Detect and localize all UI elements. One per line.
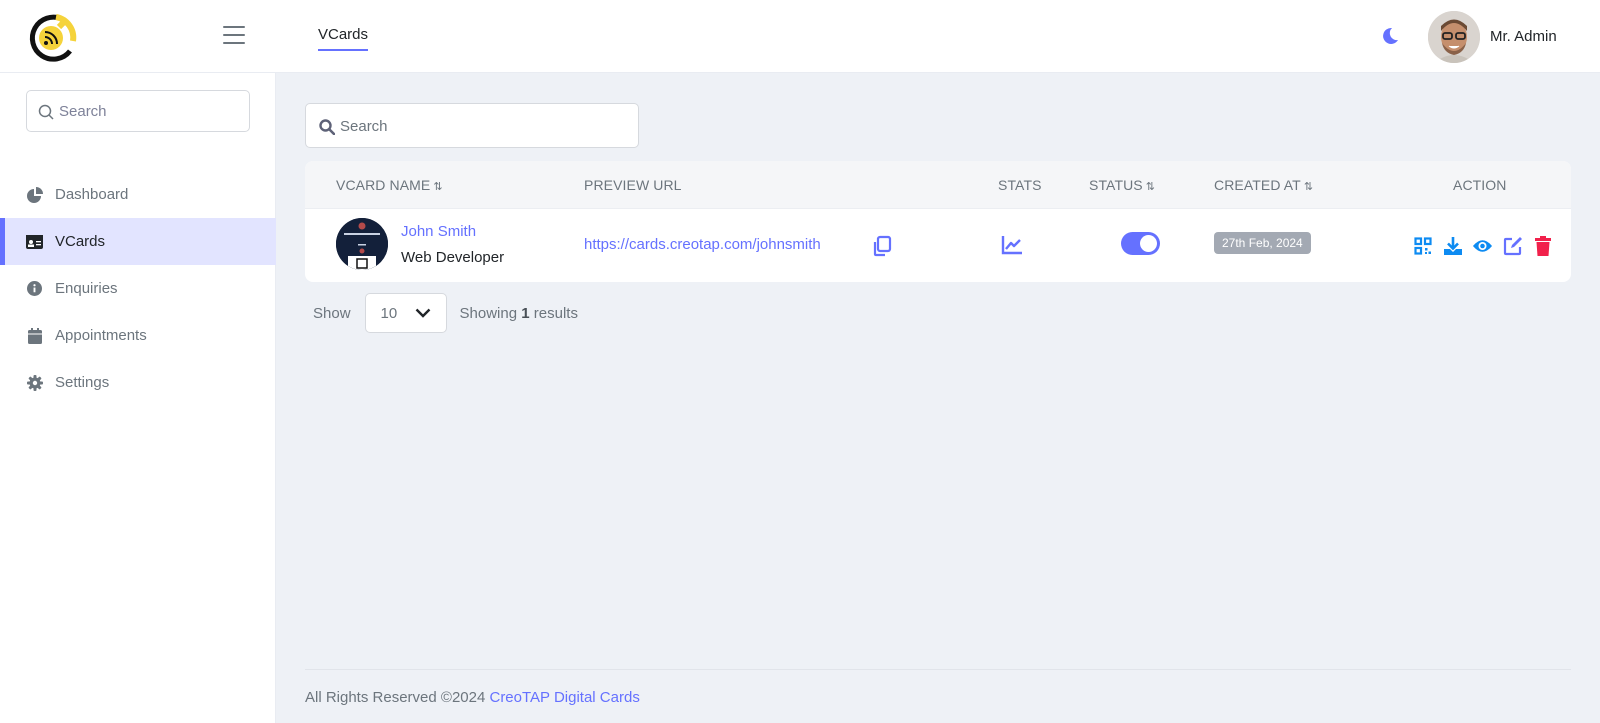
footer-brand-link[interactable]: CreoTAP Digital Cards bbox=[489, 689, 639, 706]
footer-divider bbox=[305, 669, 1571, 670]
vcards-table: VCARD NAME ⇅ PREVIEW URL STATS STATUS ⇅ CR… bbox=[305, 161, 1571, 282]
table-header: VCARD NAME ⇅ PREVIEW URL STATS STATUS ⇅ CR… bbox=[305, 161, 1571, 209]
column-vcard-name[interactable]: VCARD NAME ⇅ bbox=[336, 177, 443, 193]
sidebar-item-dashboard[interactable]: Dashboard bbox=[0, 171, 276, 218]
column-action: ACTION bbox=[1453, 177, 1507, 193]
sort-icon: ⇅ bbox=[1303, 181, 1314, 193]
view-eye-icon[interactable] bbox=[1472, 235, 1493, 256]
sidebar-item-label: Settings bbox=[55, 374, 110, 391]
copyright-text: All Rights Reserved ©2024 bbox=[305, 689, 486, 706]
search-icon bbox=[38, 104, 54, 120]
info-circle-icon bbox=[26, 280, 43, 297]
line-chart-icon[interactable] bbox=[1001, 235, 1023, 255]
qr-code-icon[interactable] bbox=[1412, 235, 1433, 256]
user-name[interactable]: Mr. Admin bbox=[1490, 28, 1557, 45]
footer: All Rights Reserved ©2024 CreoTAP Digita… bbox=[305, 689, 640, 706]
top-navbar: VCards Mr. Admin bbox=[0, 0, 1600, 73]
sidebar-nav: Dashboard VCards Enquiries Appointments … bbox=[0, 171, 276, 406]
table-search[interactable] bbox=[305, 103, 639, 148]
column-preview-url: PREVIEW URL bbox=[584, 177, 682, 193]
sidebar: Dashboard VCards Enquiries Appointments … bbox=[0, 73, 276, 723]
moon-icon[interactable] bbox=[1380, 26, 1400, 46]
main-content: VCARD NAME⇅ PREVIEW URL STATS STATUS⇅ CR… bbox=[276, 73, 1600, 723]
sidebar-item-settings[interactable]: Settings bbox=[0, 359, 276, 406]
tab-vcards[interactable]: VCards bbox=[318, 26, 369, 51]
table-search-input[interactable] bbox=[340, 115, 620, 137]
preview-url-link[interactable]: https://cards.creotap.com/johnsmith bbox=[584, 236, 821, 253]
id-card-icon bbox=[26, 233, 43, 250]
sidebar-item-enquiries[interactable]: Enquiries bbox=[0, 265, 276, 312]
sidebar-item-label: Dashboard bbox=[55, 186, 129, 203]
logo-icon bbox=[29, 14, 77, 62]
table-row: John Smith Web Developer https://cards.c… bbox=[305, 209, 1571, 282]
delete-trash-icon[interactable] bbox=[1532, 235, 1553, 256]
sidebar-item-appointments[interactable]: Appointments bbox=[0, 312, 276, 359]
brand-logo[interactable] bbox=[26, 11, 78, 63]
sidebar-search-input[interactable] bbox=[59, 100, 239, 122]
sidebar-item-label: Appointments bbox=[55, 327, 147, 344]
chevron-down-icon bbox=[415, 308, 430, 318]
column-stats: STATS bbox=[998, 177, 1042, 193]
calendar-icon bbox=[26, 327, 43, 344]
download-icon[interactable] bbox=[1442, 235, 1463, 256]
sort-icon: ⇅ bbox=[1145, 181, 1156, 193]
sort-icon: ⇅ bbox=[433, 181, 443, 193]
column-status[interactable]: STATUS ⇅ bbox=[1089, 177, 1155, 193]
sidebar-item-label: VCards bbox=[55, 233, 106, 250]
per-page-select[interactable]: 10 bbox=[364, 293, 447, 333]
sidebar-search[interactable] bbox=[26, 90, 250, 132]
copy-icon[interactable] bbox=[871, 235, 893, 257]
avatar-photo bbox=[1428, 11, 1480, 63]
vcard-role: Web Developer bbox=[401, 249, 505, 266]
search-icon bbox=[319, 119, 335, 135]
sidebar-item-label: Enquiries bbox=[55, 280, 118, 297]
edit-icon[interactable] bbox=[1502, 235, 1523, 256]
created-at-badge: 27th Feb, 2024 bbox=[1214, 232, 1311, 254]
hamburger-icon[interactable] bbox=[223, 26, 245, 44]
results-summary: Showing 1 results bbox=[459, 304, 578, 322]
per-page-value: 10 bbox=[380, 305, 398, 322]
pagination: Show 10 Showing 1 results bbox=[313, 293, 578, 333]
row-actions bbox=[1412, 235, 1553, 256]
vcard-name-link[interactable]: John Smith bbox=[401, 223, 476, 240]
pie-chart-icon bbox=[26, 186, 43, 203]
show-label: Show bbox=[313, 304, 351, 322]
gear-icon bbox=[26, 374, 43, 391]
column-created-at[interactable]: CREATED AT ⇅ bbox=[1214, 177, 1313, 193]
sidebar-item-vcards[interactable]: VCards bbox=[0, 218, 276, 265]
user-avatar[interactable] bbox=[1428, 11, 1480, 63]
status-toggle[interactable] bbox=[1121, 232, 1160, 255]
vcard-thumbnail[interactable] bbox=[336, 218, 388, 270]
